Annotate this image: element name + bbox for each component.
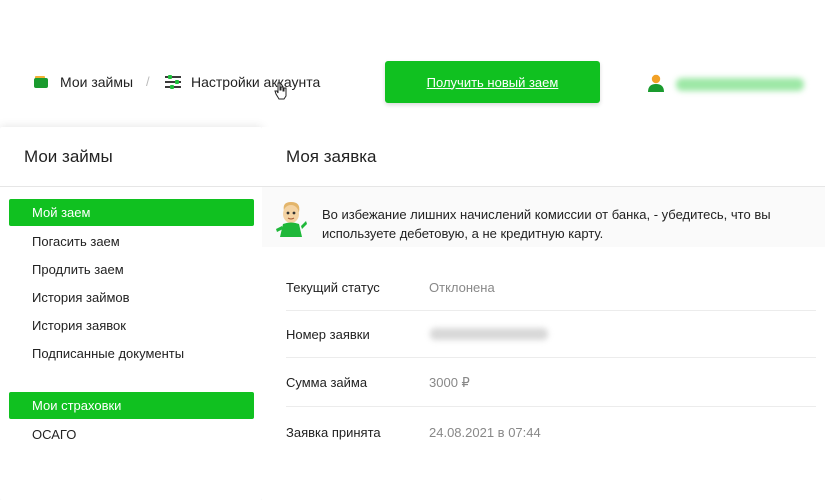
nav-account-settings-link[interactable]: Настройки аккаунта (165, 74, 320, 90)
field-value-current-status: Отклонена (429, 280, 495, 295)
field-label-loan-amount: Сумма займа (286, 375, 368, 390)
field-value-loan-amount: 3000 ₽ (429, 375, 470, 390)
main-panel: Моя заявка Во избежание лишних начислени… (262, 127, 825, 500)
sidebar-divider (0, 186, 262, 187)
sidebar-item-extend-loan[interactable]: Продлить заем (32, 262, 124, 277)
field-label-application-number: Номер заявки (286, 327, 370, 342)
sidebar-section-my-insurance[interactable]: Мои страховки (9, 392, 254, 419)
sidebar-item-signed-documents[interactable]: Подписанные документы (32, 346, 184, 361)
row-divider (286, 357, 816, 358)
field-label-application-accepted: Заявка принята (286, 425, 381, 440)
field-value-application-number-blurred (430, 328, 548, 340)
sidebar-item-loan-history[interactable]: История займов (32, 290, 130, 305)
user-icon[interactable] (648, 74, 664, 92)
page-title: Моя заявка (286, 147, 377, 166)
hand-cursor-icon (274, 82, 287, 100)
sidebar-title: Мои займы (24, 147, 113, 166)
sidebar: Мои займы Мой заем Погасить заем Продлит… (0, 127, 262, 500)
field-label-current-status: Текущий статус (286, 280, 380, 295)
sidebar-item-my-loan[interactable]: Мой заем (9, 199, 254, 226)
row-divider (286, 406, 816, 407)
get-new-loan-button[interactable]: Получить новый заем (385, 61, 600, 103)
top-navigation: Мои займы / Настройки аккаунта Получить … (0, 0, 825, 120)
field-value-application-accepted: 24.08.2021 в 07:44 (429, 425, 541, 440)
settings-sliders-icon (165, 75, 181, 89)
nav-my-loans-label: Мои займы (60, 74, 134, 90)
card-notice-banner: Во избежание лишних начислений комиссии … (262, 187, 825, 247)
user-name-blurred[interactable] (676, 78, 804, 91)
sidebar-item-osago[interactable]: ОСАГО (32, 427, 76, 442)
sidebar-item-application-history[interactable]: История заявок (32, 318, 126, 333)
nav-my-loans-link[interactable]: Мои займы (34, 74, 133, 90)
get-new-loan-label: Получить новый заем (426, 74, 559, 90)
row-divider (286, 310, 816, 311)
breadcrumb-separator: / (146, 74, 150, 89)
mascot-icon (276, 202, 307, 237)
notice-text: Во избежание лишних начислений комиссии … (322, 207, 771, 241)
nav-account-settings-label: Настройки аккаунта (191, 74, 321, 90)
wallet-icon (34, 76, 48, 88)
sidebar-item-repay-loan[interactable]: Погасить заем (32, 234, 120, 249)
